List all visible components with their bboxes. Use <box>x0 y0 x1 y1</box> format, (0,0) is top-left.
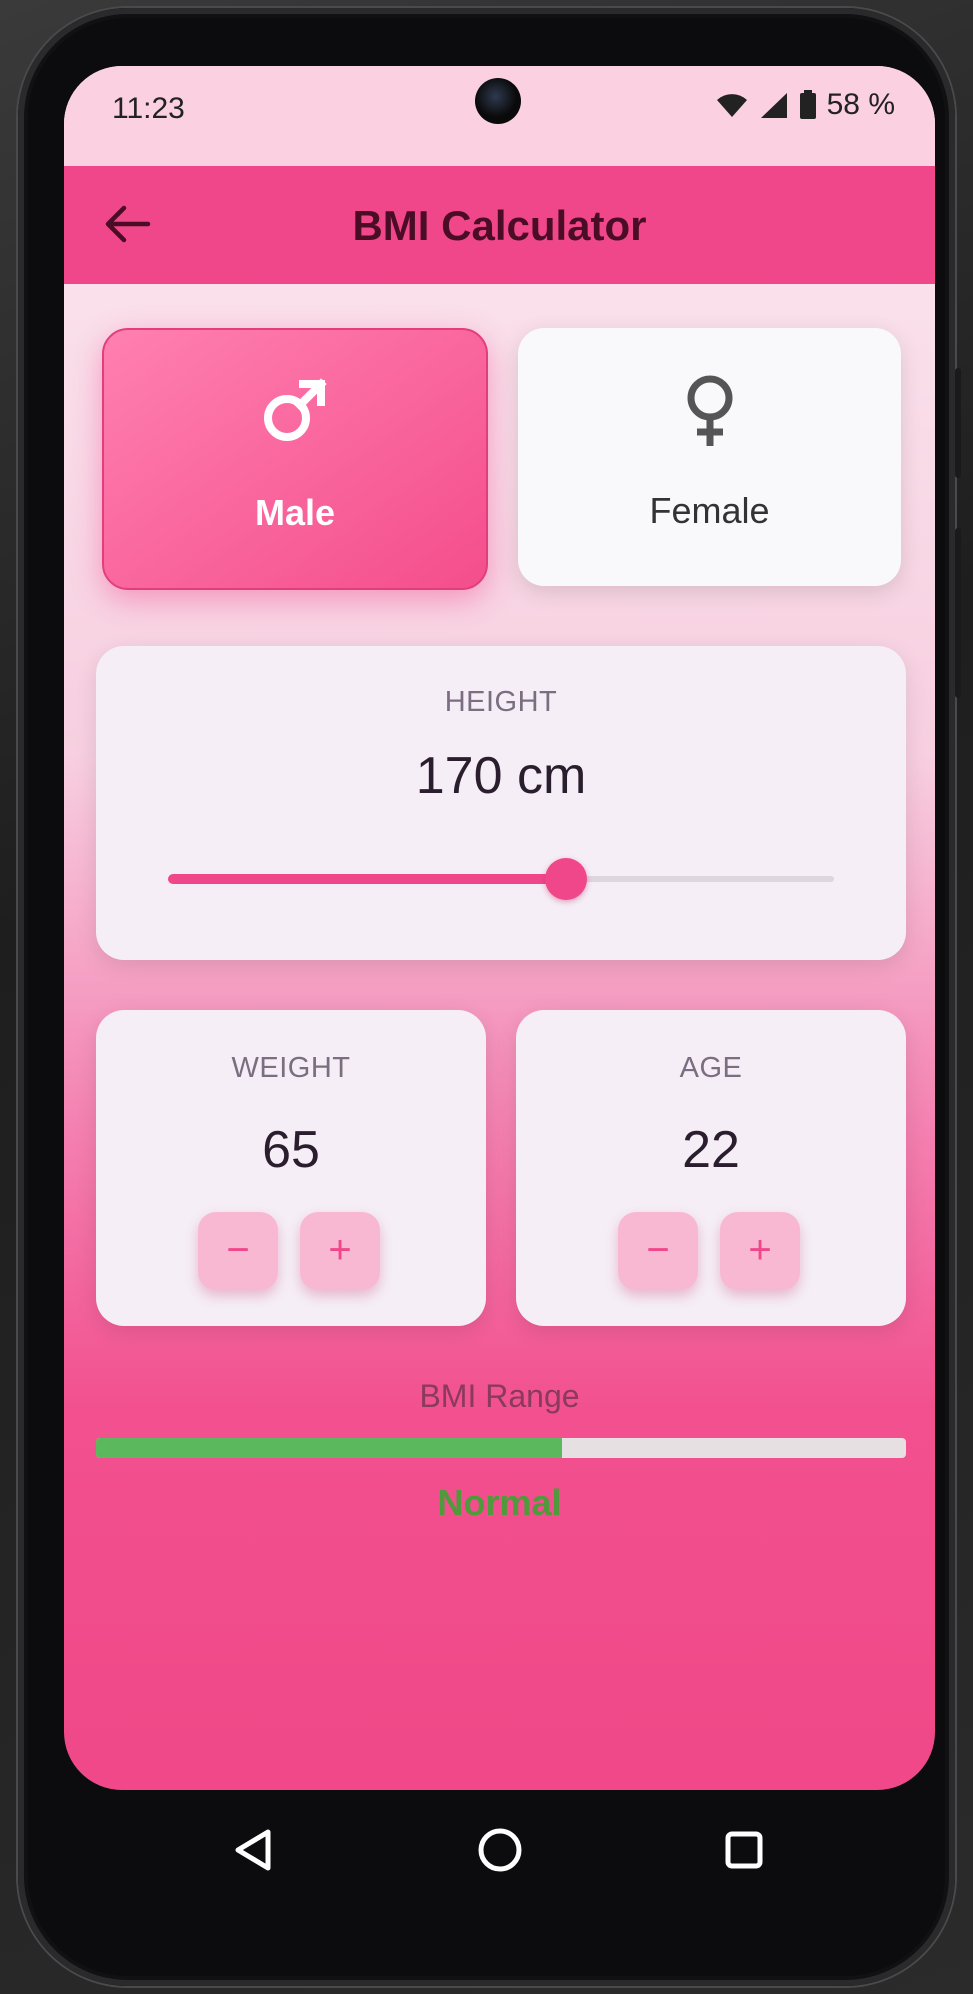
slider-fill <box>168 874 566 884</box>
height-card: HEIGHT 170 cm <box>96 646 906 960</box>
bmi-status: Normal <box>437 1482 562 1523</box>
slider-thumb[interactable] <box>544 858 587 900</box>
gender-label-male: Male <box>254 492 336 533</box>
weight-label: WEIGHT <box>231 1052 351 1084</box>
weight-increment-button[interactable]: + <box>300 1212 380 1290</box>
age-label: AGE <box>679 1052 743 1084</box>
male-symbol-icon <box>264 378 327 441</box>
wifi-icon <box>716 94 747 117</box>
signal-icon <box>760 93 787 118</box>
side-key <box>955 368 961 478</box>
battery-percentage: 58 % <box>826 88 895 121</box>
battery-icon <box>799 90 816 119</box>
back-triangle-icon[interactable] <box>224 1820 284 1880</box>
app-bar: BMI Calculator <box>64 166 935 284</box>
height-value: 170 cm <box>415 747 587 805</box>
status-time: 11:23 <box>112 92 185 125</box>
bmi-range-bar <box>96 1438 906 1458</box>
bmi-range-fill <box>96 1438 562 1458</box>
gender-label-female: Female <box>649 490 770 531</box>
weight-value: 65 <box>262 1121 320 1179</box>
app-screen: 11:23 58 % BMI Calculator Male Female HE… <box>64 66 935 1790</box>
age-increment-button[interactable]: + <box>720 1212 800 1290</box>
female-symbol-icon <box>687 375 732 446</box>
age-decrement-button[interactable]: − <box>618 1212 698 1290</box>
weight-card: WEIGHT 65 − + <box>96 1010 486 1326</box>
age-value: 22 <box>682 1121 740 1179</box>
recents-square-icon[interactable] <box>714 1820 774 1880</box>
gender-card-male[interactable]: Male <box>102 328 488 590</box>
age-card: AGE 22 − + <box>516 1010 906 1326</box>
gender-card-female[interactable]: Female <box>518 328 901 586</box>
status-icons: 58 % <box>715 88 895 122</box>
height-slider[interactable] <box>168 858 834 900</box>
home-circle-icon[interactable] <box>470 1820 530 1880</box>
side-key <box>955 528 961 698</box>
bmi-range-label: BMI Range <box>419 1378 580 1414</box>
weight-decrement-button[interactable]: − <box>198 1212 278 1290</box>
front-camera <box>475 78 521 124</box>
system-nav-bar <box>64 1790 935 1910</box>
page-title: BMI Calculator <box>352 202 647 249</box>
status-bar: 11:23 58 % <box>64 66 935 166</box>
height-label: HEIGHT <box>444 686 558 718</box>
